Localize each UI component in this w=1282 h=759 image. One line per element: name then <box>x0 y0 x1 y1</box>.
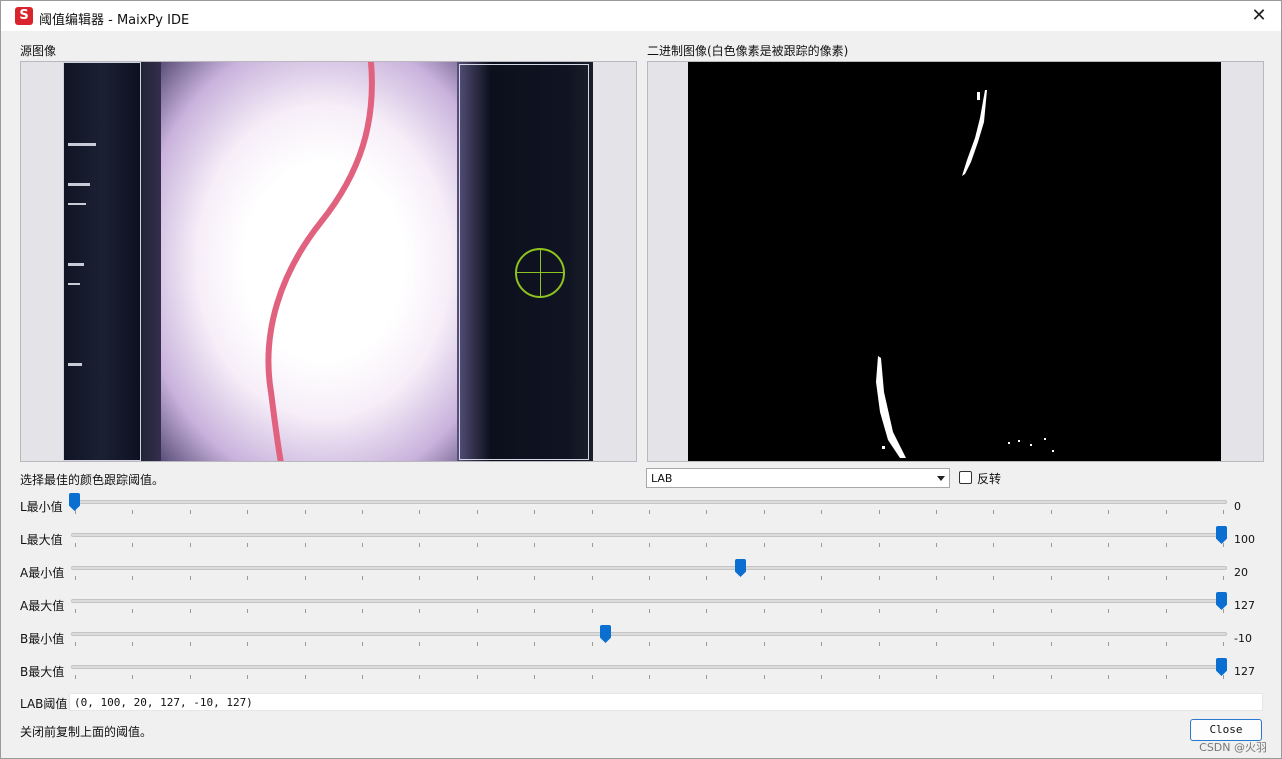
watermark-text: CSDN @火羽 <box>1199 741 1267 754</box>
slider-track[interactable] <box>71 566 1227 570</box>
slider-track[interactable] <box>71 665 1227 669</box>
slider-ticks <box>71 675 1227 681</box>
slider-track[interactable] <box>71 632 1227 636</box>
slider-label: A最大值 <box>20 599 65 613</box>
chevron-down-icon <box>937 476 945 481</box>
binary-image-canvas <box>688 62 1221 461</box>
slider-track[interactable] <box>71 533 1227 537</box>
window-title: 阈值编辑器 - MaixPy IDE <box>39 13 190 28</box>
slider-track[interactable] <box>71 599 1227 603</box>
slider-label: L最小值 <box>20 500 63 514</box>
slider-thumb[interactable] <box>1216 526 1227 544</box>
slider-thumb[interactable] <box>735 559 746 577</box>
slider-value: 20 <box>1234 566 1248 579</box>
slider-ticks <box>71 510 1227 516</box>
instructions-text: 选择最佳的颜色跟踪阈值。 <box>20 473 165 487</box>
slider-row: B最大值 127 <box>1 658 1282 696</box>
threshold-result-field[interactable]: (0, 100, 20, 127, -10, 127) <box>69 693 1263 711</box>
footer-note: 关闭前复制上面的阈值。 <box>20 725 153 739</box>
slider-row: L最大值 100 <box>1 526 1282 564</box>
slider-label: L最大值 <box>20 533 63 547</box>
invert-label: 反转 <box>977 472 1002 486</box>
slider-value: 127 <box>1234 665 1255 678</box>
window-close-icon[interactable]: ✕ <box>1249 6 1269 26</box>
threshold-editor-window: S 阈值编辑器 - MaixPy IDE ✕ 源图像 二进制图像(白色像素是被跟… <box>0 0 1282 759</box>
slider-value: 0 <box>1234 500 1241 513</box>
maixpy-app-icon: S <box>15 7 33 25</box>
slider-thumb[interactable] <box>69 493 80 511</box>
slider-ticks <box>71 642 1227 648</box>
crosshair-icon <box>515 248 565 298</box>
slider-ticks <box>71 609 1227 615</box>
slider-row: L最小值 0 <box>1 493 1282 531</box>
slider-thumb[interactable] <box>1216 658 1227 676</box>
source-image-bright-region <box>161 62 457 461</box>
invert-checkbox[interactable] <box>959 471 972 484</box>
close-button[interactable]: Close <box>1190 719 1262 741</box>
slider-value: 127 <box>1234 599 1255 612</box>
slider-label: B最小值 <box>20 632 65 646</box>
color-space-select[interactable]: LAB <box>646 468 950 488</box>
slider-thumb[interactable] <box>600 625 611 643</box>
slider-row: A最小值 20 <box>1 559 1282 597</box>
slider-value: -10 <box>1234 632 1252 645</box>
result-label: LAB阈值 <box>20 697 68 711</box>
slider-value: 100 <box>1234 533 1255 546</box>
slider-thumb[interactable] <box>1216 592 1227 610</box>
slider-ticks <box>71 543 1227 549</box>
title-bar: S 阈值编辑器 - MaixPy IDE ✕ <box>1 1 1281 31</box>
source-image-left-region <box>63 62 141 461</box>
slider-track[interactable] <box>71 500 1227 504</box>
source-image-view <box>20 61 637 462</box>
slider-row: A最大值 127 <box>1 592 1282 630</box>
binary-image-view <box>647 61 1264 462</box>
slider-label: B最大值 <box>20 665 65 679</box>
slider-row: B最小值 -10 <box>1 625 1282 663</box>
binary-image-label: 二进制图像(白色像素是被跟踪的像素) <box>647 44 849 58</box>
slider-ticks <box>71 576 1227 582</box>
color-space-selected: LAB <box>651 472 673 485</box>
source-image-label: 源图像 <box>20 44 57 58</box>
slider-label: A最小值 <box>20 566 65 580</box>
